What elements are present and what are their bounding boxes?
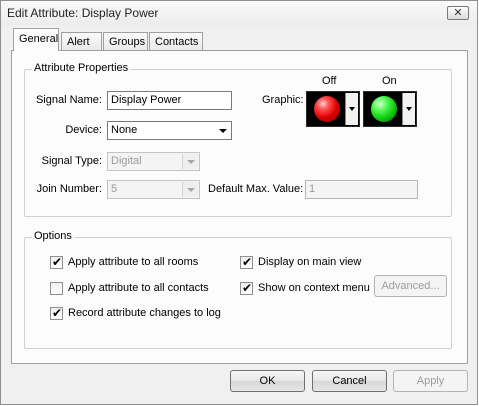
display-main-view-label: Display on main view	[258, 256, 362, 268]
general-tab-panel: Attribute Properties Signal Name: Displa…	[11, 50, 468, 364]
join-number-select-value: 5	[111, 183, 118, 195]
chevron-down-icon	[182, 154, 198, 169]
close-button[interactable]: ✕	[447, 6, 469, 20]
signal-type-select-value: Digital	[111, 155, 142, 167]
apply-all-contacts-label: Apply attribute to all contacts	[68, 282, 209, 294]
options-legend: Options	[32, 230, 74, 242]
checkbox-box	[50, 282, 63, 295]
device-select[interactable]: None	[107, 121, 232, 140]
window-title: Edit Attribute: Display Power	[7, 6, 159, 20]
graphic-on-well	[365, 93, 403, 125]
advanced-button[interactable]: Advanced...	[374, 275, 447, 297]
chevron-down-icon	[215, 123, 230, 138]
signal-type-select: Digital	[107, 152, 200, 171]
tab-groups[interactable]: Groups	[103, 32, 148, 51]
signal-name-input[interactable]: Display Power	[107, 91, 232, 110]
chevron-down-icon	[402, 93, 415, 125]
ok-button[interactable]: OK	[230, 370, 305, 392]
join-number-select: 5	[107, 180, 200, 199]
graphic-label: Graphic:	[262, 94, 304, 106]
chevron-down-icon	[345, 93, 358, 125]
apply-all-rooms-label: Apply attribute to all rooms	[68, 256, 199, 268]
checkbox-box: ✔	[240, 281, 253, 295]
graphic-off-well	[308, 93, 346, 125]
graphic-off-picker[interactable]	[306, 91, 360, 127]
close-icon: ✕	[453, 7, 463, 19]
record-changes-label: Record attribute changes to log	[68, 307, 221, 319]
cancel-button[interactable]: Cancel	[312, 370, 387, 392]
green-led-icon	[371, 96, 397, 122]
graphic-off-label: Off	[322, 75, 337, 87]
checkbox-box: ✔	[50, 255, 63, 269]
red-led-icon	[314, 96, 340, 122]
device-select-value: None	[111, 124, 138, 136]
options-group: Options ✔ Apply attribute to all rooms A…	[24, 230, 452, 349]
chevron-down-icon	[182, 182, 198, 197]
tab-general[interactable]: General	[13, 28, 59, 51]
attribute-properties-group: Attribute Properties Signal Name: Displa…	[24, 62, 452, 217]
join-number-label: Join Number:	[36, 183, 102, 195]
tab-contacts[interactable]: Contacts	[149, 32, 203, 51]
signal-type-label: Signal Type:	[41, 155, 102, 167]
check-icon: ✔	[52, 255, 63, 269]
checkbox-box: ✔	[240, 255, 253, 269]
checkbox-box: ✔	[50, 306, 63, 320]
default-max-value-input: 1	[305, 180, 418, 199]
device-label: Device:	[65, 124, 102, 136]
check-icon: ✔	[242, 281, 253, 295]
edit-attribute-dialog: Edit Attribute: Display Power ✕ General …	[0, 0, 478, 405]
default-max-value-label: Default Max. Value:	[208, 183, 304, 195]
show-context-menu-label: Show on context menu	[258, 282, 370, 294]
check-icon: ✔	[52, 306, 63, 320]
attribute-properties-legend: Attribute Properties	[32, 62, 131, 74]
graphic-on-picker[interactable]	[363, 91, 417, 127]
signal-name-label: Signal Name:	[35, 94, 102, 106]
tab-alert[interactable]: Alert	[61, 32, 102, 51]
check-icon: ✔	[242, 255, 253, 269]
title-bar: Edit Attribute: Display Power ✕	[1, 1, 477, 25]
graphic-on-label: On	[382, 75, 397, 87]
apply-button[interactable]: Apply	[393, 370, 468, 392]
